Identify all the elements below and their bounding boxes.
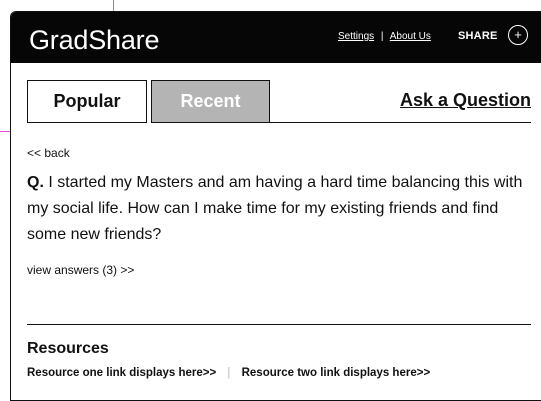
resources-links: Resource one link displays here>> | Reso… (27, 367, 430, 379)
share-label[interactable]: SHARE (458, 30, 498, 42)
ask-question-link[interactable]: Ask a Question (400, 90, 531, 111)
view-answers-link[interactable]: view answers (3) >> (27, 263, 134, 277)
question-tabs: Popular Recent Ask a Question (27, 80, 531, 126)
header-links: Settings | About Us (338, 31, 431, 42)
resource-two-link[interactable]: Resource two link displays here>> (242, 367, 431, 379)
settings-link[interactable]: Settings (338, 31, 374, 42)
question-body: I started my Masters and am having a har… (27, 174, 523, 243)
back-link[interactable]: << back (27, 146, 70, 160)
header-bar: GradShare Settings | About Us SHARE + (11, 12, 541, 63)
section-divider (27, 324, 531, 325)
question-label: Q. (27, 174, 44, 191)
tab-popular[interactable]: Popular (27, 80, 147, 123)
resource-separator: | (227, 367, 231, 379)
guide-line-left (0, 131, 10, 132)
app-window: GradShare Settings | About Us SHARE + Po… (10, 11, 541, 401)
about-us-link[interactable]: About Us (390, 31, 431, 42)
tab-recent[interactable]: Recent (151, 80, 270, 123)
header-separator: | (380, 31, 384, 42)
resource-one-link[interactable]: Resource one link displays here>> (27, 367, 216, 379)
resources-heading: Resources (27, 340, 109, 357)
brand-title: GradShare (29, 25, 160, 55)
tab-divider (270, 122, 531, 123)
plus-circle-icon[interactable]: + (508, 25, 528, 45)
guide-line-top (113, 0, 114, 11)
question-text-block: Q. I started my Masters and am having a … (27, 170, 525, 248)
